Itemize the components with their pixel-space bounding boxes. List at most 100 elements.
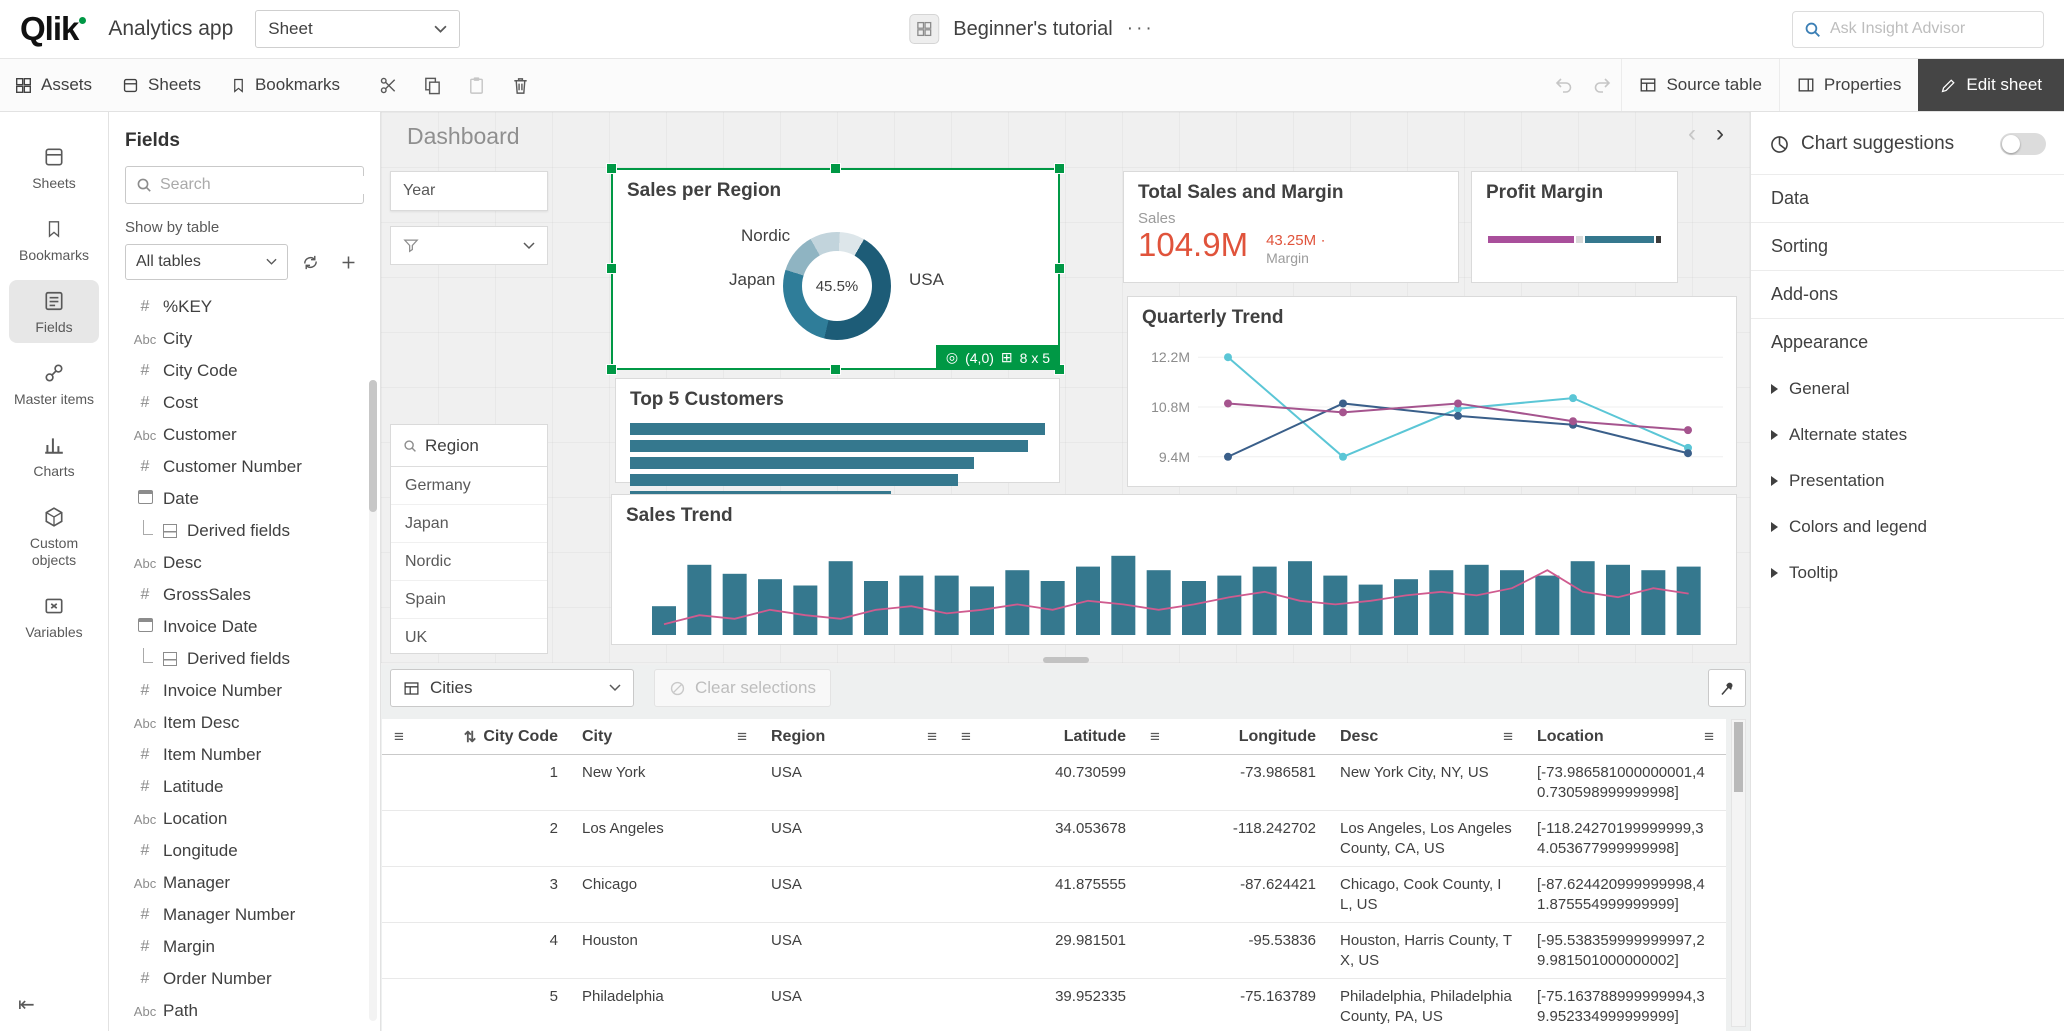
region-option-uk[interactable]: UK: [391, 619, 547, 654]
cut-button[interactable]: [369, 66, 407, 104]
accordion-section-sorting[interactable]: Sorting: [1751, 222, 2064, 270]
resize-handle[interactable]: [1054, 163, 1065, 174]
edit-sheet-button[interactable]: Edit sheet: [1918, 59, 2064, 111]
table-row[interactable]: 3ChicagoUSA41.875555-87.624421Chicago, C…: [382, 867, 1726, 923]
source-table-button[interactable]: Source table: [1621, 59, 1778, 111]
table-row[interactable]: 2Los AngelesUSA34.053678-118.242702Los A…: [382, 811, 1726, 867]
tab-sheets[interactable]: Sheets: [107, 59, 216, 111]
sort-icon[interactable]: ⇅: [464, 728, 477, 746]
year-filter-box[interactable]: Year: [390, 171, 548, 211]
table-row[interactable]: 1New YorkUSA40.730599-73.986581New York …: [382, 755, 1726, 811]
field-item-invoice-date[interactable]: Invoice Date: [125, 611, 364, 643]
resize-handle[interactable]: [606, 263, 617, 274]
add-field-button[interactable]: [332, 246, 364, 278]
scrollbar-thumb[interactable]: [1734, 722, 1743, 792]
rail-item-master-items[interactable]: Master items: [9, 352, 99, 415]
accordion-subitem-colors-and-legend[interactable]: Colors and legend: [1751, 504, 2064, 550]
chart-top-5-customers[interactable]: Top 5 Customers: [615, 378, 1060, 483]
fields-scrollbar[interactable]: [369, 380, 377, 1021]
field-item-grosssales[interactable]: #GrossSales: [125, 579, 364, 611]
rail-item-variables[interactable]: Variables: [9, 585, 99, 648]
column-menu-icon[interactable]: ≡: [1704, 727, 1714, 747]
accordion-section-appearance[interactable]: Appearance: [1751, 318, 2064, 366]
chart-sales-per-region[interactable]: Sales per Region 45.5% Nordic Japan USA …: [611, 168, 1060, 370]
region-listbox[interactable]: Region GermanyJapanNordicSpainUK: [390, 424, 548, 654]
region-option-germany[interactable]: Germany: [391, 467, 547, 505]
rail-item-sheets[interactable]: Sheets: [9, 136, 99, 199]
field-item-derived-fields[interactable]: Derived fields: [125, 643, 364, 675]
table-scrollbar[interactable]: [1731, 719, 1746, 1027]
fields-search[interactable]: [125, 166, 364, 204]
more-options-button[interactable]: ···: [1127, 18, 1155, 40]
customer-bar[interactable]: [630, 440, 1028, 452]
field-item-invoice-number[interactable]: #Invoice Number: [125, 675, 364, 707]
chart-suggestions-toggle[interactable]: [2000, 133, 2046, 155]
scrollbar-thumb[interactable]: [369, 380, 377, 512]
field-item-derived-fields[interactable]: Derived fields: [125, 515, 364, 547]
column-menu-icon[interactable]: ≡: [1150, 727, 1160, 747]
region-option-spain[interactable]: Spain: [391, 581, 547, 619]
dimension-selector-dropdown[interactable]: Cities: [390, 669, 634, 707]
resize-handle[interactable]: [606, 163, 617, 174]
accordion-subitem-alternate-states[interactable]: Alternate states: [1751, 412, 2064, 458]
table-row[interactable]: 4HoustonUSA29.981501-95.53836Houston, Ha…: [382, 923, 1726, 979]
redo-button[interactable]: [1583, 66, 1621, 104]
field-item-product-group[interactable]: AbcProduct Group: [125, 1027, 364, 1031]
field-item-location[interactable]: AbcLocation: [125, 803, 364, 835]
resize-handle[interactable]: [830, 364, 841, 375]
field-item-customer[interactable]: AbcCustomer: [125, 419, 364, 451]
field-item-city-code[interactable]: #City Code: [125, 355, 364, 387]
paste-button[interactable]: [457, 66, 495, 104]
resize-handle[interactable]: [830, 163, 841, 174]
table-row[interactable]: 5PhiladelphiaUSA39.952335-75.163789Phila…: [382, 979, 1726, 1031]
accordion-section-data[interactable]: Data: [1751, 174, 2064, 222]
field-item-item-number[interactable]: #Item Number: [125, 739, 364, 771]
accordion-subitem-presentation[interactable]: Presentation: [1751, 458, 2064, 504]
insight-advisor-search[interactable]: [1792, 11, 2044, 48]
copy-button[interactable]: [413, 66, 451, 104]
chart-quarterly-trend[interactable]: Quarterly Trend 12.2M10.8M9.4M: [1127, 296, 1737, 487]
customer-bar[interactable]: [630, 457, 974, 469]
chart-total-sales-and-margin[interactable]: Total Sales and Margin Sales 104.9M 43.2…: [1123, 171, 1459, 283]
rail-item-fields[interactable]: Fields: [9, 280, 99, 343]
filter-dropdown[interactable]: [390, 226, 548, 265]
region-listbox-header[interactable]: Region: [391, 425, 547, 467]
column-header-city[interactable]: City≡: [570, 727, 759, 747]
customer-bar[interactable]: [630, 474, 958, 486]
field-item-cost[interactable]: #Cost: [125, 387, 364, 419]
undo-button[interactable]: [1545, 66, 1583, 104]
previous-sheet-button[interactable]: ‹: [1688, 120, 1696, 148]
column-menu-icon[interactable]: ≡: [737, 727, 747, 747]
column-menu-icon[interactable]: ≡: [961, 727, 971, 747]
chart-profit-margin[interactable]: Profit Margin: [1471, 171, 1678, 283]
accordion-section-add-ons[interactable]: Add-ons: [1751, 270, 2064, 318]
menu-icon[interactable]: ≡: [394, 727, 404, 747]
chart-sales-trend[interactable]: Sales Trend: [611, 494, 1737, 645]
region-option-japan[interactable]: Japan: [391, 505, 547, 543]
rail-item-bookmarks[interactable]: Bookmarks: [9, 208, 99, 271]
column-header-region[interactable]: Region≡: [759, 727, 949, 747]
column-menu-icon[interactable]: ≡: [1503, 727, 1513, 747]
properties-button[interactable]: Properties: [1779, 59, 1918, 111]
field-item-latitude[interactable]: #Latitude: [125, 771, 364, 803]
field-item-desc[interactable]: AbcDesc: [125, 547, 364, 579]
column-header-desc[interactable]: Desc≡: [1328, 727, 1525, 747]
field-item-manager[interactable]: AbcManager: [125, 867, 364, 899]
fields-search-input[interactable]: [160, 176, 367, 194]
panel-resize-grip[interactable]: [1043, 657, 1089, 663]
tab-assets[interactable]: Assets: [0, 59, 107, 111]
resize-handle[interactable]: [1054, 263, 1065, 274]
rail-item-custom-objects[interactable]: Custom objects: [9, 496, 99, 575]
cities-data-table[interactable]: ≡⇅City CodeCity≡Region≡≡Latitude≡Longitu…: [382, 719, 1726, 1031]
table-filter-dropdown[interactable]: All tables: [125, 244, 288, 280]
customer-bar[interactable]: [630, 423, 1045, 435]
pin-button[interactable]: [1708, 669, 1746, 707]
field-item-longitude[interactable]: #Longitude: [125, 835, 364, 867]
field-item-path[interactable]: AbcPath: [125, 995, 364, 1027]
field-item-order-number[interactable]: #Order Number: [125, 963, 364, 995]
column-header-location[interactable]: Location≡: [1525, 727, 1726, 747]
field-item-date[interactable]: Date: [125, 483, 364, 515]
column-menu-icon[interactable]: ≡: [927, 727, 937, 747]
sheet-selector-dropdown[interactable]: Sheet: [255, 10, 460, 48]
region-option-nordic[interactable]: Nordic: [391, 543, 547, 581]
